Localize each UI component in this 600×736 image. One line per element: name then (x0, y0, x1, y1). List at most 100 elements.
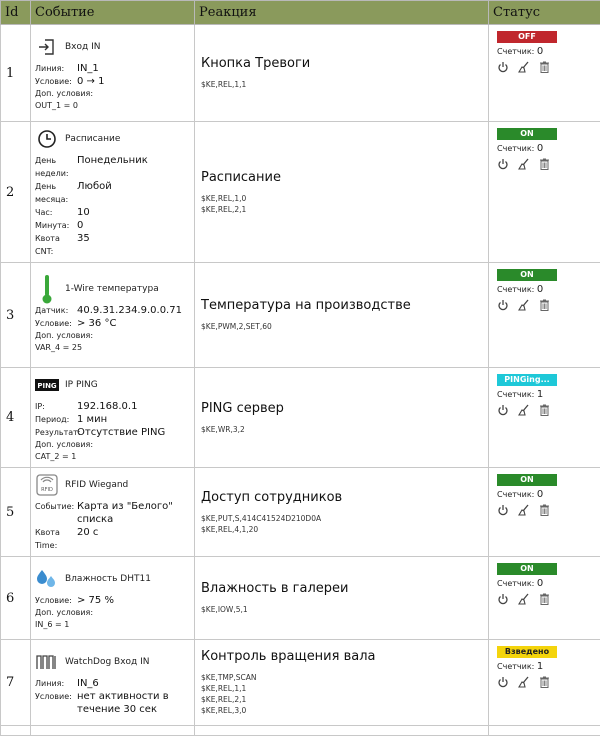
extra-conditions-label: Доп. условия: (35, 330, 190, 342)
header-event: Событие (31, 1, 195, 25)
status-badge[interactable]: ON (497, 128, 557, 140)
event-field: Событие: Карта из "Белого" списка (35, 500, 190, 526)
event-title: RFID Wiegand (65, 480, 128, 490)
table-row: 5 RFID RFID Wiegand Событие: Карта из "Б… (1, 468, 600, 557)
event-title: 1-Wire температура (65, 284, 159, 294)
empty-cell (489, 726, 600, 736)
event-field-label: Датчик: (35, 304, 77, 317)
row-id: 3 (1, 263, 31, 368)
status-badge[interactable]: ON (497, 563, 557, 575)
events-table: Id Событие Реакция Статус 1 Вход IN Лини… (0, 0, 600, 736)
extra-conditions-value: OUT_1 = 0 (35, 100, 190, 112)
counter: Счетчик: 0 (497, 578, 600, 589)
reset-counter-icon[interactable] (518, 158, 530, 170)
status-badge[interactable]: ON (497, 269, 557, 281)
row-id: 7 (1, 640, 31, 726)
event-field: Условие: 0 → 1 (35, 75, 190, 88)
reaction-title: Контроль вращения вала (201, 649, 482, 664)
reset-counter-icon[interactable] (518, 299, 530, 311)
status-badge[interactable]: OFF (497, 31, 557, 43)
trash-icon[interactable] (539, 158, 550, 170)
event-title: IP PING (65, 380, 98, 390)
reaction-title: Температура на производстве (201, 298, 482, 313)
event-cell: WatchDog Вход IN Линия: IN_6 Условие: не… (31, 640, 195, 726)
row-id: 5 (1, 468, 31, 557)
event-title: Вход IN (65, 42, 100, 52)
reaction-command: $KE,REL,3,0 (201, 705, 482, 716)
table-row: 3 1-Wire температура Датчик: 40.9.31.234… (1, 263, 600, 368)
reaction-command: $KE,REL,4,1,20 (201, 524, 482, 535)
reset-counter-icon[interactable] (518, 61, 530, 73)
status-cell: PINGing... Счетчик: 1 (489, 368, 600, 468)
event-field-label: IP: (35, 400, 77, 413)
reaction-cell: Температура на производстве $KE,PWM,2,SE… (195, 263, 489, 368)
event-field-value: 0 (77, 219, 83, 232)
reset-counter-icon[interactable] (518, 676, 530, 688)
reset-counter-icon[interactable] (518, 404, 530, 416)
event-cell: RFID RFID Wiegand Событие: Карта из "Бел… (31, 468, 195, 557)
trash-icon[interactable] (539, 404, 550, 416)
table-header-row: Id Событие Реакция Статус (1, 1, 600, 25)
counter: Счетчик: 0 (497, 46, 600, 57)
event-field-label: Линия: (35, 62, 77, 75)
counter-label: Счетчик: (497, 662, 534, 671)
row-id: 1 (1, 25, 31, 122)
event-field-value: IN_6 (77, 677, 99, 690)
status-badge[interactable]: PINGing... (497, 374, 557, 386)
power-icon[interactable] (497, 504, 509, 516)
event-field: Результат: Отсутствие PING (35, 426, 190, 439)
reaction-command: $KE,REL,1,1 (201, 79, 482, 90)
event-cell: PING IP PING IP: 192.168.0.1 Период: 1 м… (31, 368, 195, 468)
event-field: Линия: IN_6 (35, 677, 190, 690)
counter: Счетчик: 1 (497, 389, 600, 400)
reset-counter-icon[interactable] (518, 504, 530, 516)
counter-value: 0 (537, 46, 543, 57)
counter-value: 1 (537, 389, 543, 400)
rfid-icon: RFID (35, 474, 59, 496)
trash-icon[interactable] (539, 299, 550, 311)
reaction-command: $KE,WR,3,2 (201, 424, 482, 435)
event-field-value: > 75 % (77, 594, 114, 607)
power-icon[interactable] (497, 158, 509, 170)
event-field-value: Любой (77, 180, 112, 193)
row-id: 4 (1, 368, 31, 468)
counter-label: Счетчик: (497, 47, 534, 56)
event-field: Условие: > 75 % (35, 594, 190, 607)
status-cell: OFF Счетчик: 0 (489, 25, 600, 122)
event-field: Датчик: 40.9.31.234.9.0.0.71 (35, 304, 190, 317)
reset-counter-icon[interactable] (518, 593, 530, 605)
event-field-label: День месяца: (35, 180, 77, 206)
status-badge[interactable]: ON (497, 474, 557, 486)
event-field-label: Условие: (35, 75, 77, 88)
power-icon[interactable] (497, 299, 509, 311)
counter-label: Счетчик: (497, 285, 534, 294)
trash-icon[interactable] (539, 676, 550, 688)
reaction-cell: Расписание $KE,REL,1,0$KE,REL,2,1 (195, 122, 489, 263)
extra-conditions-label: Доп. условия: (35, 88, 190, 100)
status-badge[interactable]: Взведено (497, 646, 557, 658)
event-field-label: Условие: (35, 594, 77, 607)
power-icon[interactable] (497, 61, 509, 73)
event-field-value: IN_1 (77, 62, 99, 75)
event-field-label: Результат: (35, 426, 77, 439)
event-field-label: Событие: (35, 500, 77, 513)
extra-conditions-label: Доп. условия: (35, 439, 190, 451)
power-icon[interactable] (497, 404, 509, 416)
reaction-command: $KE,PWM,2,SET,60 (201, 321, 482, 332)
counter-value: 0 (537, 578, 543, 589)
event-field-value: Карта из "Белого" списка (77, 500, 190, 526)
trash-icon[interactable] (539, 593, 550, 605)
reaction-command: $KE,REL,2,1 (201, 694, 482, 705)
trash-icon[interactable] (539, 504, 550, 516)
power-icon[interactable] (497, 676, 509, 688)
header-reaction: Реакция (195, 1, 489, 25)
event-field-value: 192.168.0.1 (77, 400, 137, 413)
login-icon (35, 36, 59, 58)
event-field-value: 0 → 1 (77, 75, 104, 88)
watchdog-icon (35, 651, 59, 673)
event-field-value: 1 мин (77, 413, 107, 426)
power-icon[interactable] (497, 593, 509, 605)
reaction-cell: Влажность в галереи $KE,IOW,5,1 (195, 557, 489, 640)
event-field-label: Минута: (35, 219, 77, 232)
trash-icon[interactable] (539, 61, 550, 73)
